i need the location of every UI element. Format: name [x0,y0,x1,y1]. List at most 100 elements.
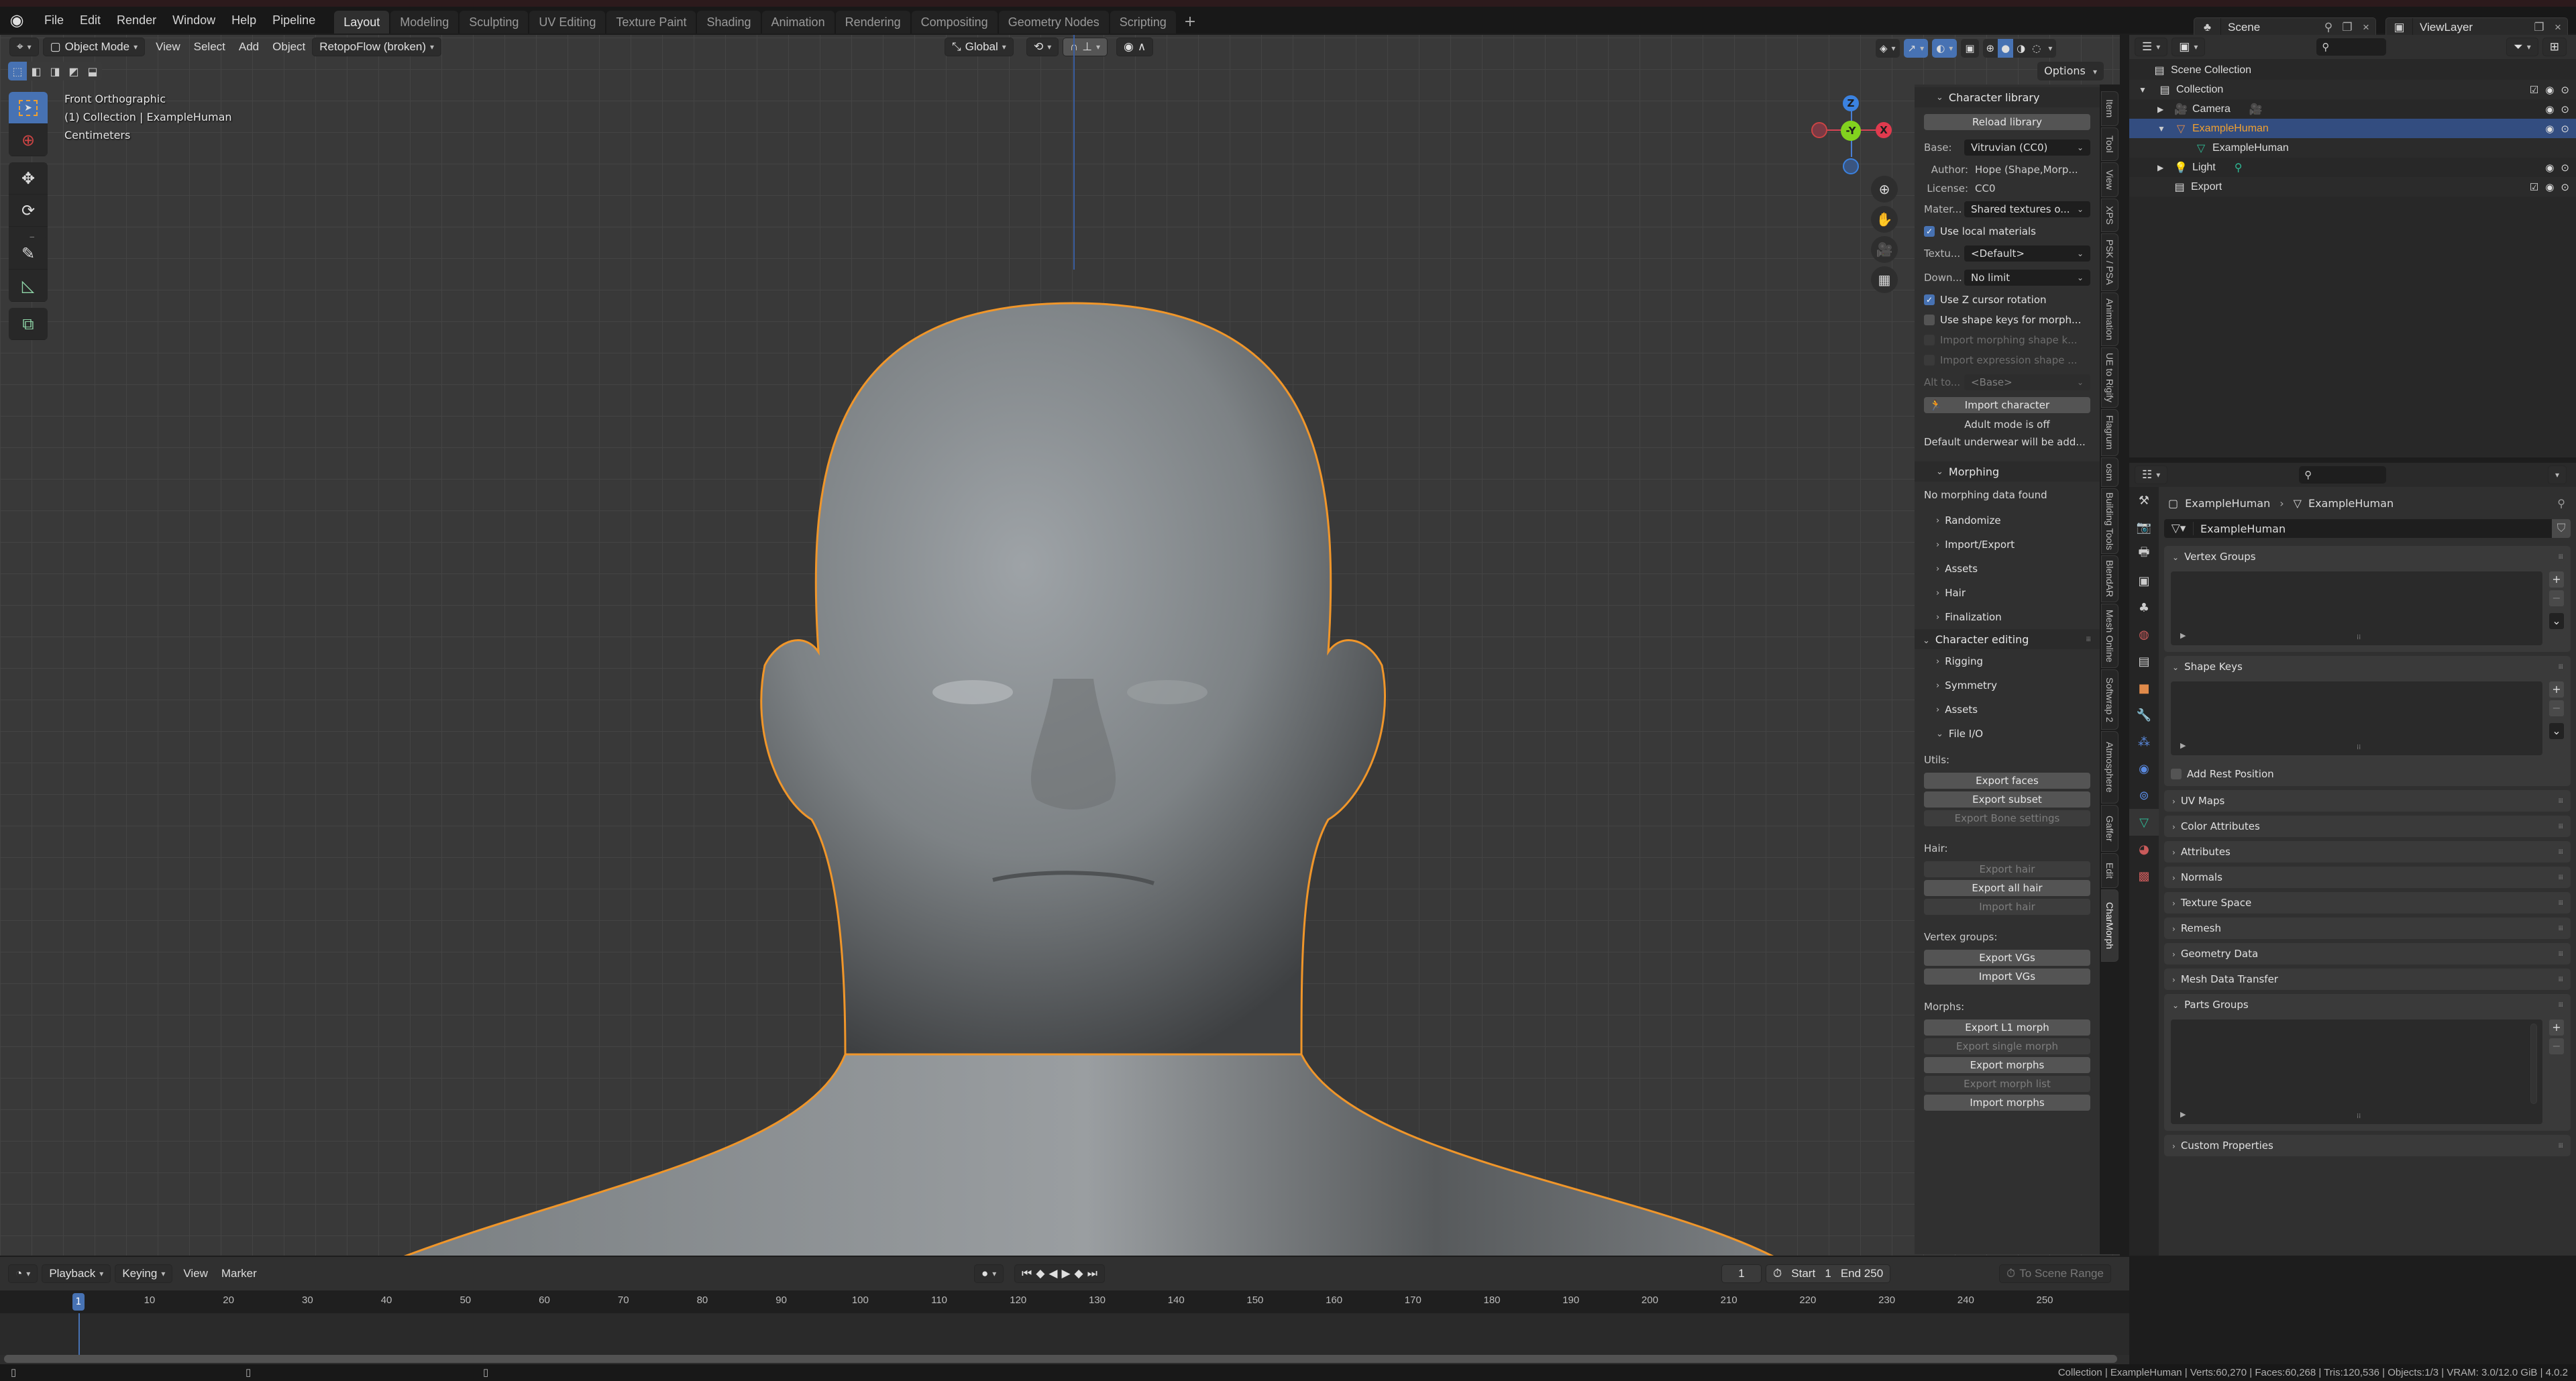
export-bone-settings-button[interactable]: Export Bone settings [1924,810,2090,826]
subpanel-randomize[interactable]: › Randomize [1915,508,2100,533]
tab-view[interactable]: View [2101,162,2118,197]
export-hair-button[interactable]: Export hair [1924,861,2090,877]
camera-data-icon[interactable]: 🎥 [2249,103,2263,116]
tab-scripting[interactable]: Scripting [1110,11,1176,34]
human-head-model[interactable] [376,263,1798,1256]
tab-mesh-online[interactable]: Mesh Online [2101,604,2118,668]
navigation-gizmo[interactable]: Z -Y X [1811,89,1892,182]
rendered-shading-icon[interactable]: ◌ [2029,42,2044,54]
tab-rendering[interactable]: Rendering [835,11,910,34]
drag-handle-icon[interactable]: ⁞⁞⁞ [2558,553,2563,561]
uv-maps-panel[interactable]: › UV Maps ⁞⁞⁞ [2164,790,2571,812]
tab-gaffer[interactable]: Gaffer [2101,805,2118,852]
object-tab-icon[interactable]: ■ [2129,675,2159,702]
morphing-header[interactable]: ⌄ Morphing [1915,461,2100,482]
tab-ue-to-rigify[interactable]: UE to Rigify [2101,347,2118,408]
expand-arrow-icon[interactable]: ▼ [2157,124,2174,133]
timeline-ruler[interactable]: 1 10 20 30 40 50 60 70 80 90 100 110 120 130 140 150 16… [0,1290,2129,1313]
particles-tab-icon[interactable]: ⁂ [2129,728,2159,755]
select-invert-icon[interactable]: ◩ [64,62,83,80]
jump-start-icon[interactable]: ⏮ [1022,1267,1032,1280]
auto-keying-toggle[interactable]: ● ▾ [974,1264,1004,1283]
snap-toggle[interactable]: ∩⊥▾ [1063,38,1108,56]
menu-edit[interactable]: Edit [72,13,109,27]
timeline-marker-menu[interactable]: Marker [215,1267,264,1280]
camera-view-icon[interactable]: 🎥 [1871,236,1898,263]
use-z-cursor-checkbox[interactable]: ✓ Use Z cursor rotation [1915,290,2100,310]
export-all-hair-button[interactable]: Export all hair [1924,880,2090,896]
render-camera-icon[interactable]: ⊙ [2561,103,2569,115]
tab-item[interactable]: Item [2101,91,2118,126]
menu-help[interactable]: Help [223,13,264,27]
vertex-groups-header[interactable]: ⌄ Vertex Groups ⁞⁞⁞ [2164,546,2571,567]
properties-options-dropdown[interactable]: ▾ [2547,465,2567,484]
select-intersect-icon[interactable]: ⬓ [83,62,102,80]
tab-animation[interactable]: Animation [2101,292,2118,346]
prev-keyframe-icon[interactable]: ◆ [1036,1267,1044,1280]
add-vertex-group-button[interactable]: + [2549,571,2564,588]
drag-handle-icon[interactable]: ⁞⁞⁞ [2558,1142,2563,1150]
vertex-groups-list-box[interactable]: ▶ ⁞⁞ [2171,571,2542,645]
expand-filter-icon[interactable]: ▶ [2180,631,2186,640]
drag-handle-icon[interactable]: ⁞⁞⁞ [2558,848,2563,856]
reload-library-button[interactable]: Reload library [1924,114,2090,130]
keying-menu[interactable]: Keying ▾ [115,1264,173,1283]
tab-compositing[interactable]: Compositing [911,11,998,34]
import-morphs-button[interactable]: Import morphs [1924,1095,2090,1111]
retopoflow-menu[interactable]: RetopoFlow (broken) ▾ [312,38,442,56]
zoom-view-icon[interactable]: ⊕ [1871,176,1898,203]
parts-groups-header[interactable]: ⌄ Parts Groups ⁞⁞⁞ [2164,994,2571,1015]
outliner-row-examplehuman[interactable]: ▼ ▽ ExampleHuman ◉ ⊙ [2129,119,2576,138]
drag-handle-icon[interactable]: ⁞⁞⁞ [2086,636,2090,643]
vertex-group-specials-icon[interactable]: ⌄ [2549,613,2564,629]
export-subset-button[interactable]: Export subset [1924,791,2090,808]
shape-keys-list-box[interactable]: ▶ ⁞⁞ [2171,681,2542,755]
eye-icon[interactable]: ◉ [2545,123,2554,135]
next-keyframe-icon[interactable]: ◆ [1075,1267,1083,1280]
light-data-icon[interactable]: ⚲ [2235,161,2243,174]
parts-groups-list-box[interactable]: ▶ ⁞⁞ [2171,1019,2542,1124]
end-frame-field[interactable]: End 250 [1841,1267,1883,1280]
normals-panel[interactable]: › Normals ⁞⁞⁞ [2164,867,2571,888]
expand-arrow-icon[interactable]: ▶ [2157,105,2174,114]
tab-sculpting[interactable]: Sculpting [460,11,529,34]
gizmo-x-axis[interactable]: X [1876,122,1892,138]
character-editing-header[interactable]: ⌄ Character editing ⁞⁞⁞ [1915,629,2100,649]
export-vgs-button[interactable]: Export VGs [1924,950,2090,966]
drag-handle-icon[interactable]: ⁞⁞⁞ [2558,1001,2563,1009]
resize-grip-icon[interactable]: ⁞⁞ [2357,744,2361,751]
outliner-row-light[interactable]: ▶ 💡 Light ⚲ ◉ ⊙ [2129,158,2576,177]
mesh-data-transfer-panel[interactable]: › Mesh Data Transfer ⁞⁞⁞ [2164,969,2571,990]
import-hair-button[interactable]: Import hair [1924,899,2090,915]
close-icon[interactable]: × [2357,21,2375,34]
tab-osm[interactable]: osm [2101,457,2118,487]
drag-handle-icon[interactable]: ⁞⁞⁞ [2558,925,2563,932]
world-tab-icon[interactable]: ◍ [2129,621,2159,648]
timeline-track-area[interactable] [0,1313,2129,1355]
custom-properties-panel[interactable]: › Custom Properties ⁞⁞⁞ [2164,1135,2571,1156]
import-morphing-checkbox[interactable]: Import morphing shape k... [1915,330,2100,350]
use-local-materials-checkbox[interactable]: ✓ Use local materials [1915,221,2100,241]
solid-shading-icon[interactable]: ● [1998,39,2014,58]
select-extend-icon[interactable]: ◧ [27,62,46,80]
import-expression-checkbox[interactable]: Import expression shape ... [1915,350,2100,370]
view-layer-tab-icon[interactable]: ▣ [2129,567,2159,594]
gizmo-z-axis[interactable]: Z [1843,95,1859,111]
blender-logo-icon[interactable]: ◉ [7,10,27,30]
outliner-row-collection[interactable]: ▼ ▤ Collection ☑ ◉ ⊙ [2129,80,2576,99]
attributes-panel[interactable]: › Attributes ⁞⁞⁞ [2164,841,2571,863]
drag-handle-icon[interactable]: ⁞⁞⁞ [2558,874,2563,881]
play-reverse-icon[interactable]: ◀ [1049,1267,1057,1280]
drag-handle-icon[interactable]: ⁞⁞⁞ [2558,823,2563,830]
tab-edit[interactable]: Edit [2101,853,2118,888]
export-faces-button[interactable]: Export faces [1924,773,2090,789]
tab-tool[interactable]: Tool [2101,127,2118,161]
annotate-tool-icon[interactable]: ✎ [9,237,48,270]
color-attributes-panel[interactable]: › Color Attributes ⁞⁞⁞ [2164,816,2571,837]
stopwatch-icon[interactable]: ⏱ [1773,1267,1782,1280]
proportional-edit-toggle[interactable]: ◉ ∧ [1116,38,1154,56]
timeline-scrollbar[interactable] [4,1355,2117,1363]
subpanel-symmetry[interactable]: › Symmetry [1915,673,2100,698]
remesh-panel[interactable]: › Remesh ⁞⁞⁞ [2164,918,2571,939]
import-vgs-button[interactable]: Import VGs [1924,969,2090,985]
